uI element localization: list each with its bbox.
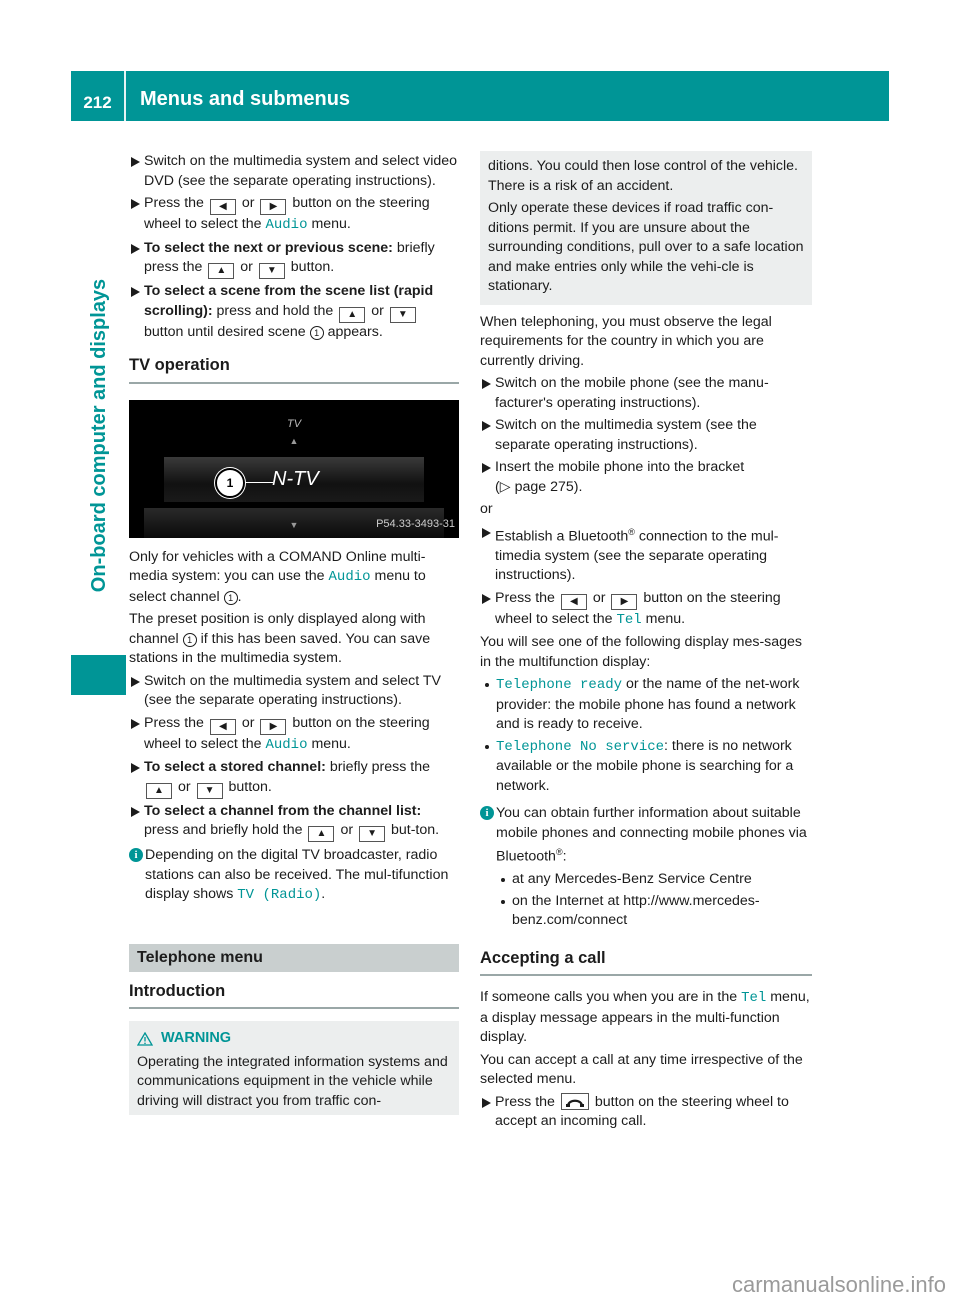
menu-name-tel: Tel <box>741 990 767 1007</box>
paragraph: When telephoning, you must observe the l… <box>480 313 772 369</box>
section-heading-introduction: Introduction <box>129 982 459 1009</box>
info-icon: i <box>129 848 143 862</box>
warning-text: Operating the integrated information sys… <box>137 1053 448 1109</box>
left-arrow-button-icon: ◀ <box>209 718 236 735</box>
page-title: Menus and submenus <box>140 88 351 110</box>
page-header: 212 Menus and submenus <box>71 71 889 121</box>
step-item: To select a stored channel: briefly pres… <box>129 758 459 799</box>
chapter-label: On-board computer and displays <box>88 278 111 592</box>
phone-accept-button-icon <box>560 1092 589 1110</box>
warning-title: WARNING <box>137 1029 451 1049</box>
up-arrow-button-icon: ▲ <box>146 782 172 799</box>
left-arrow-button-icon: ◀ <box>560 593 587 610</box>
menu-name-tel: Tel <box>616 611 642 628</box>
paragraph: You will see one of the following displa… <box>480 634 803 670</box>
display-message: Telephone No service <box>496 738 665 755</box>
up-arrow-button-icon: ▲ <box>208 263 235 279</box>
up-arrow-button-icon: ▲ <box>339 306 366 323</box>
step-item: Insert the mobile phone into the bracket… <box>480 458 812 497</box>
up-arrow-icon: ▲ <box>289 435 299 446</box>
tv-display-image: TV ▲ 1 N-TV ▼ P54.33-3493-31 <box>129 399 459 538</box>
display-message-item: Telephone ready or the name of the net-w… <box>480 675 812 735</box>
paragraph: If someone calls you when you are in the… <box>480 989 810 1046</box>
list-item: on the Internet at http://www.mercedes-b… <box>496 892 812 931</box>
display-message-item: Telephone No service: there is no networ… <box>480 737 812 797</box>
down-arrow-button-icon: ▼ <box>258 263 285 279</box>
callout-1-icon: 1 <box>217 469 243 496</box>
step-item: Switch on the multimedia system and sele… <box>129 672 459 711</box>
right-column: ditions. You could then lose control of … <box>480 151 812 1135</box>
step-item: To select the next or previous scene: br… <box>129 239 459 279</box>
watermark: carmanualsonline.info <box>731 1272 946 1297</box>
step-item: Press the ◀ or ▶ button on the steering … <box>480 589 812 631</box>
display-text-tv-radio: TV (Radio) <box>237 887 322 903</box>
tv-channel-name: N-TV <box>272 467 319 490</box>
step-item: Press the ◀ or ▶ button on the steering … <box>129 194 459 236</box>
menu-name-audio: Audio <box>265 217 308 233</box>
warning-triangle-icon <box>137 1031 153 1046</box>
down-arrow-button-icon: ▼ <box>359 826 386 842</box>
step-item: To select a scene from the scene list (r… <box>129 282 459 342</box>
chapter-side-tab: On-board computer and displays <box>85 220 115 650</box>
step-item: Establish a Bluetooth® connection to the… <box>480 523 812 586</box>
left-arrow-button-icon: ◀ <box>209 199 236 215</box>
step-item: Switch on the multimedia system and sele… <box>129 152 459 191</box>
left-column: Switch on the multimedia system and sele… <box>129 152 459 1115</box>
paragraph: Only for vehicles with a COMAND Online m… <box>129 548 426 605</box>
display-message: Telephone ready <box>496 677 623 694</box>
or-label: or <box>480 501 493 517</box>
info-icon: i <box>480 806 494 821</box>
up-arrow-button-icon: ▲ <box>308 826 335 842</box>
step-item: Press the ◀ or ▶ button on the steering … <box>129 714 459 756</box>
section-band-telephone-menu: Telephone menu <box>129 943 459 972</box>
down-arrow-button-icon: ▼ <box>196 782 223 799</box>
paragraph: The preset position is only displayed al… <box>129 611 431 666</box>
menu-name-audio: Audio <box>328 569 371 585</box>
info-note: i Depending on the digital TV broadcaste… <box>129 846 459 906</box>
step-item: Switch on the multimedia system (see the… <box>480 416 812 455</box>
warning-box-continued: ditions. You could then lose control of … <box>480 151 812 305</box>
menu-name-audio: Audio <box>265 736 308 753</box>
list-item: at any Mercedes-Benz Service Centre <box>496 870 812 890</box>
step-item: Press the button on the steering wheel t… <box>480 1092 812 1132</box>
image-code: P54.33-3493-31 <box>376 518 455 530</box>
right-arrow-button-icon: ▶ <box>260 718 287 735</box>
right-arrow-button-icon: ▶ <box>611 593 638 610</box>
step-item: To select a channel from the channel lis… <box>129 802 459 842</box>
warning-box: WARNING Operating the integrated informa… <box>129 1021 459 1115</box>
info-note: i You can obtain further information abo… <box>480 804 812 931</box>
chapter-marker <box>71 655 126 695</box>
section-heading-tv-operation: TV operation <box>129 356 459 384</box>
page-number: 212 <box>71 71 126 121</box>
callout-1-icon: 1 <box>223 590 238 605</box>
page-reference: (▷ page 275). <box>495 478 583 495</box>
section-heading-accepting-call: Accepting a call <box>480 949 812 977</box>
callout-1-icon: 1 <box>182 632 197 647</box>
down-arrow-button-icon: ▼ <box>389 306 416 323</box>
callout-1-icon: 1 <box>309 325 324 340</box>
paragraph: You can accept a call at any time irresp… <box>480 1051 803 1088</box>
step-item: Switch on the mobile phone (see the manu… <box>480 374 812 413</box>
right-arrow-button-icon: ▶ <box>260 199 287 215</box>
